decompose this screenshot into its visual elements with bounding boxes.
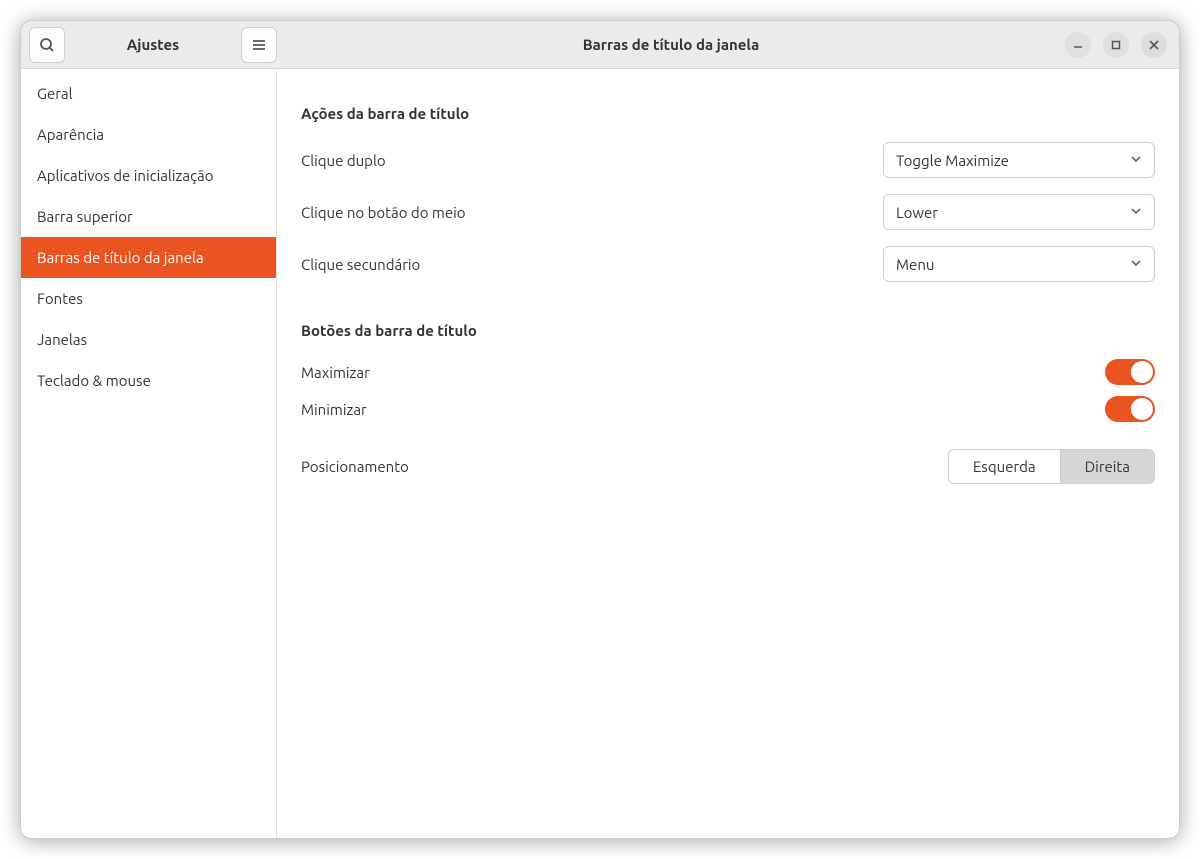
sidebar-item-windows[interactable]: Janelas: [21, 319, 276, 360]
section-title-titlebar-buttons: Botões da barra de título: [301, 322, 1155, 339]
setting-label: Posicionamento: [301, 458, 409, 475]
dropdown-value: Lower: [896, 204, 938, 221]
minimize-icon: [1073, 40, 1083, 50]
minimize-window-button[interactable]: [1065, 32, 1091, 58]
sidebar-title: Ajustes: [71, 36, 235, 53]
placement-segmented: Esquerda Direita: [948, 449, 1155, 484]
sidebar-item-label: Teclado & mouse: [37, 372, 151, 389]
setting-row-double-click: Clique duplo Toggle Maximize: [301, 134, 1155, 186]
sidebar-item-label: Aparência: [37, 126, 104, 143]
setting-row-placement: Posicionamento Esquerda Direita: [301, 441, 1155, 492]
sidebar-item-keyboard-mouse[interactable]: Teclado & mouse: [21, 360, 276, 401]
close-icon: [1149, 40, 1159, 50]
section-title-titlebar-actions: Ações da barra de título: [301, 105, 1155, 122]
sidebar-item-label: Barras de título da janela: [37, 249, 204, 266]
placement-left-button[interactable]: Esquerda: [949, 450, 1061, 483]
sidebar-item-fonts[interactable]: Fontes: [21, 278, 276, 319]
placement-right-button[interactable]: Direita: [1061, 450, 1154, 483]
sidebar-item-label: Barra superior: [37, 208, 133, 225]
sidebar-item-top-bar[interactable]: Barra superior: [21, 196, 276, 237]
double-click-dropdown[interactable]: Toggle Maximize: [883, 142, 1155, 178]
setting-row-maximize: Maximizar: [301, 351, 1155, 393]
maximize-window-button[interactable]: [1103, 32, 1129, 58]
dropdown-value: Menu: [896, 256, 934, 273]
sidebar-item-general[interactable]: Geral: [21, 73, 276, 114]
chevron-down-icon: [1130, 205, 1142, 220]
window-body: Geral Aparência Aplicativos de inicializ…: [21, 69, 1179, 838]
setting-row-minimize: Minimizar: [301, 393, 1155, 433]
setting-label: Clique no botão do meio: [301, 204, 466, 221]
sidebar-item-startup-apps[interactable]: Aplicativos de inicialização: [21, 155, 276, 196]
maximize-toggle[interactable]: [1105, 359, 1155, 385]
setting-label: Minimizar: [301, 401, 367, 418]
sidebar-item-label: Aplicativos de inicialização: [37, 167, 214, 184]
minimize-toggle[interactable]: [1105, 396, 1155, 422]
sidebar: Geral Aparência Aplicativos de inicializ…: [21, 69, 277, 838]
window-controls: [1065, 32, 1179, 58]
search-icon: [39, 37, 55, 53]
titlebar-left: Ajustes: [21, 27, 277, 63]
close-window-button[interactable]: [1141, 32, 1167, 58]
search-button[interactable]: [29, 27, 65, 63]
sidebar-item-label: Fontes: [37, 290, 83, 307]
setting-label: Maximizar: [301, 364, 370, 381]
sidebar-item-appearance[interactable]: Aparência: [21, 114, 276, 155]
sidebar-item-label: Geral: [37, 85, 73, 102]
sidebar-item-window-titlebars[interactable]: Barras de título da janela: [21, 237, 276, 278]
setting-row-secondary-click: Clique secundário Menu: [301, 238, 1155, 290]
setting-label: Clique secundário: [301, 256, 420, 273]
setting-label: Clique duplo: [301, 152, 386, 169]
page-title: Barras de título da janela: [277, 36, 1065, 53]
content-panel: Ações da barra de título Clique duplo To…: [277, 69, 1179, 838]
settings-window: Ajustes Barras de título da janela: [20, 20, 1180, 839]
setting-row-middle-click: Clique no botão do meio Lower: [301, 186, 1155, 238]
chevron-down-icon: [1130, 257, 1142, 272]
hamburger-icon: [251, 37, 267, 53]
sidebar-item-label: Janelas: [37, 331, 87, 348]
maximize-icon: [1111, 40, 1121, 50]
secondary-click-dropdown[interactable]: Menu: [883, 246, 1155, 282]
dropdown-value: Toggle Maximize: [896, 152, 1009, 169]
middle-click-dropdown[interactable]: Lower: [883, 194, 1155, 230]
menu-button[interactable]: [241, 27, 277, 63]
titlebar: Ajustes Barras de título da janela: [21, 21, 1179, 69]
chevron-down-icon: [1130, 153, 1142, 168]
